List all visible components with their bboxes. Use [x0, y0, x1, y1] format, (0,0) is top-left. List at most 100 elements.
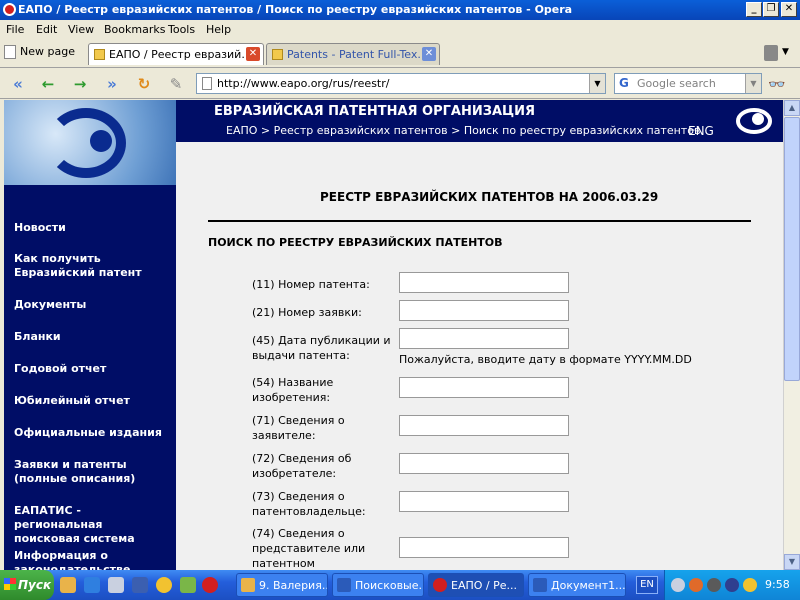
field-label-applicant: (71) Сведения о заявителе: — [252, 414, 345, 442]
close-tab-icon[interactable]: ✕ — [422, 47, 436, 61]
system-tray: 9:58 — [664, 570, 800, 600]
quicklaunch-ie-icon[interactable] — [84, 577, 100, 593]
trash-icon[interactable] — [764, 45, 778, 61]
field-label-inventor: (72) Сведения об изобретателе: — [252, 452, 352, 480]
scroll-up-icon[interactable]: ▲ — [784, 100, 800, 116]
sidebar-item-legislation[interactable]: Информация о законодательстве — [14, 549, 186, 570]
sidebar-item-forms[interactable]: Бланки — [14, 330, 172, 344]
taskbar-button-eapo[interactable]: ЕАПО / Ре... — [428, 573, 524, 597]
inventor-input[interactable] — [399, 453, 569, 474]
clock: 9:58 — [765, 578, 790, 591]
applicant-input[interactable] — [399, 415, 569, 436]
quicklaunch-save-icon[interactable] — [132, 577, 148, 593]
tab-label: Patents - Patent Full-Tex... — [287, 48, 428, 61]
quicklaunch-smiley-icon[interactable] — [156, 577, 172, 593]
sidebar-item-documents[interactable]: Документы — [14, 298, 172, 312]
page-favicon-icon — [94, 49, 105, 60]
org-name: ЕВРАЗИЙСКАЯ ПАТЕНТНАЯ ОРГАНИЗАЦИЯ — [214, 104, 535, 119]
quicklaunch-icq-icon[interactable] — [180, 577, 196, 593]
maximize-button[interactable]: ❐ — [763, 2, 779, 17]
tray-app-icon[interactable] — [671, 578, 685, 592]
scroll-down-icon[interactable]: ▼ — [784, 554, 800, 570]
glasses-icon[interactable]: 👓 — [768, 77, 785, 93]
new-page-button[interactable]: New page — [4, 45, 75, 63]
menu-file[interactable]: File — [6, 23, 24, 36]
tray-volume-icon[interactable] — [743, 578, 757, 592]
opera-icon — [3, 3, 16, 16]
vertical-scrollbar[interactable]: ▲ ▼ — [783, 100, 800, 570]
page-title: РЕЕСТР ЕВРАЗИЙСКИХ ПАТЕНТОВ НА 2006.03.2… — [320, 190, 659, 204]
sidebar-item-annual-report[interactable]: Годовой отчет — [14, 362, 172, 376]
representative-input[interactable] — [399, 537, 569, 558]
fast-forward-icon[interactable]: » — [102, 75, 122, 93]
search-input[interactable]: G Google search ▼ — [614, 73, 762, 94]
menu-bar: File Edit View Bookmarks Tools Help — [0, 20, 800, 39]
sidebar-item-jubilee-report[interactable]: Юбилейный отчет — [14, 394, 172, 408]
english-link[interactable]: ENG — [688, 124, 714, 138]
close-window-button[interactable]: ✕ — [781, 2, 797, 17]
sidebar-item-news[interactable]: Новости — [14, 221, 172, 235]
publication-date-input[interactable] — [399, 328, 569, 349]
eye-logo-icon — [736, 108, 772, 134]
language-indicator[interactable]: EN — [636, 576, 658, 594]
patent-number-input[interactable] — [399, 272, 569, 293]
sidebar-item-how-to-get[interactable]: Как получить Евразийский патент — [14, 252, 172, 280]
search-placeholder: Google search — [637, 77, 716, 90]
reload-icon[interactable]: ↻ — [134, 75, 154, 93]
chevron-down-icon[interactable]: ▼ — [782, 47, 789, 57]
taskbar-button-search[interactable]: Поисковые... — [332, 573, 424, 597]
quicklaunch-folder-icon[interactable] — [60, 577, 76, 593]
page-viewport: ЕВРАЗИЙСКАЯ ПАТЕНТНАЯ ОРГАНИЗАЦИЯ ЕАПО >… — [4, 100, 783, 570]
edit-icon[interactable]: ✎ — [166, 75, 186, 93]
windows-flag-icon — [4, 578, 16, 590]
window-title-bar[interactable]: ЕАПО / Реестр евразийских патентов / Пои… — [0, 0, 800, 20]
tray-settings-icon[interactable] — [707, 578, 721, 592]
menu-help[interactable]: Help — [206, 23, 231, 36]
tab-bar: New page ЕАПО / Реестр евразий... ✕ Pate… — [0, 39, 800, 68]
menu-view[interactable]: View — [68, 23, 94, 36]
sidebar-item-official-publications[interactable]: Официальные издания — [14, 426, 172, 440]
field-label-representative: (74) Сведения о представителе или патент… — [252, 527, 366, 570]
chevron-down-icon[interactable]: ▼ — [589, 74, 605, 93]
opera-icon — [433, 578, 447, 592]
forward-icon[interactable]: → — [70, 75, 90, 93]
folder-icon — [241, 578, 255, 592]
tab-patents[interactable]: Patents - Patent Full-Tex... ✕ — [266, 43, 440, 65]
breadcrumb[interactable]: ЕАПО > Реестр евразийских патентов > Пои… — [226, 124, 700, 137]
tab-eapo[interactable]: ЕАПО / Реестр евразий... ✕ — [88, 43, 264, 65]
quicklaunch-opera-icon[interactable] — [202, 577, 218, 593]
quicklaunch-desktop-icon[interactable] — [108, 577, 124, 593]
menu-edit[interactable]: Edit — [36, 23, 57, 36]
menu-bookmarks[interactable]: Bookmarks — [104, 23, 165, 36]
sidebar-item-applications-patents[interactable]: Заявки и патенты (полные описания) — [14, 458, 172, 486]
sidebar-item-eapatis[interactable]: ЕАПАТИС - региональная поисковая система — [14, 504, 172, 546]
application-number-input[interactable] — [399, 300, 569, 321]
navigation-toolbar: « ← → » ↻ ✎ http://www.eapo.org/rus/rees… — [0, 69, 800, 99]
site-logo[interactable] — [4, 100, 176, 185]
scrollbar-thumb[interactable] — [784, 117, 800, 381]
taskbar-button-document[interactable]: Документ1... — [528, 573, 626, 597]
back-icon[interactable]: ← — [38, 75, 58, 93]
menu-tools[interactable]: Tools — [168, 23, 195, 36]
page-favicon-icon — [272, 49, 283, 60]
google-icon: G — [619, 76, 629, 90]
tray-network-icon[interactable] — [689, 578, 703, 592]
taskbar-button-label: ЕАПО / Ре... — [451, 579, 517, 592]
taskbar-button-label: Документ1... — [551, 579, 626, 592]
rewind-icon[interactable]: « — [8, 75, 28, 93]
page-icon — [202, 77, 212, 90]
patent-owner-input[interactable] — [399, 491, 569, 512]
chevron-down-icon[interactable]: ▼ — [745, 74, 761, 93]
minimize-button[interactable]: _ — [746, 2, 762, 17]
taskbar-button-valeria[interactable]: 9. Валерия... — [236, 573, 328, 597]
taskbar-button-label: Поисковые... — [355, 579, 424, 592]
close-tab-icon[interactable]: ✕ — [246, 47, 260, 61]
section-title: ПОИСК ПО РЕЕСТРУ ЕВРАЗИЙСКИХ ПАТЕНТОВ — [208, 236, 503, 249]
field-label-application-number: (21) Номер заявки: — [252, 306, 362, 319]
start-button[interactable]: Пуск — [0, 570, 54, 600]
tray-antivirus-icon[interactable] — [725, 578, 739, 592]
field-label-publication-date: (45) Дата публикации и выдачи патента: — [252, 334, 391, 362]
invention-title-input[interactable] — [399, 377, 569, 398]
address-field[interactable]: http://www.eapo.org/rus/reestr/ ▼ — [196, 73, 606, 94]
logo-ring-icon — [46, 108, 126, 178]
